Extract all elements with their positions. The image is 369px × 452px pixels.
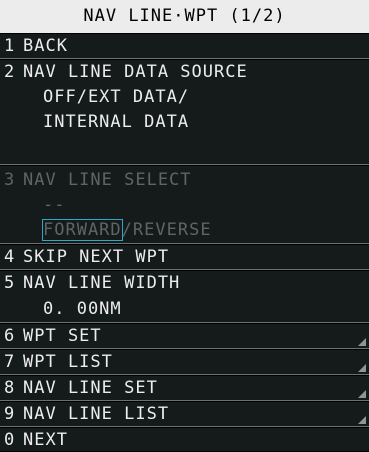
menu-item-number: 9 <box>4 404 16 424</box>
menu-item-wpt-set[interactable]: 6 WPT SET <box>0 324 369 349</box>
menu-item-label: NAV LINE LIST <box>23 404 170 424</box>
option-reverse: REVERSE <box>132 220 212 240</box>
menu-item-wpt-list[interactable]: 7 WPT LIST <box>0 350 369 375</box>
menu-item-label: BACK <box>23 36 68 56</box>
menu-item-skip-next-wpt[interactable]: 4 SKIP NEXT WPT <box>0 245 369 270</box>
submenu-corner-icon <box>358 390 366 398</box>
menu-item-nav-line-select: 3 NAV LINE SELECT -- FORWARD/REVERSE <box>0 166 369 244</box>
menu-item-number: 2 <box>4 62 16 82</box>
menu-item-number: 1 <box>4 36 16 56</box>
menu-item-label: SKIP NEXT WPT <box>23 247 170 267</box>
menu-item-next[interactable]: 0 NEXT <box>0 428 369 451</box>
menu-item-number: 8 <box>4 378 16 398</box>
menu-title: NAV LINE·WPT (1/2) <box>0 0 369 33</box>
menu-item-nav-line-list[interactable]: 9 NAV LINE LIST <box>0 402 369 427</box>
menu-item-label: NEXT <box>23 430 68 450</box>
menu-item-label: WPT SET <box>23 326 102 346</box>
direction-options: FORWARD/REVERSE <box>42 218 212 242</box>
submenu-corner-icon <box>358 364 366 372</box>
submenu-corner-icon <box>358 416 366 424</box>
submenu-corner-icon <box>358 338 366 346</box>
option-separator: / <box>121 220 133 240</box>
menu-item-label: NAV LINE SELECT <box>23 170 192 190</box>
nav-line-select-value: -- <box>43 195 66 215</box>
option-forward: FORWARD <box>42 219 123 241</box>
menu-item-number: 3 <box>4 170 16 190</box>
data-source-options-line1: OFF/EXT DATA/ <box>43 87 190 107</box>
menu-item-number: 7 <box>4 352 16 372</box>
menu-item-label: WPT LIST <box>23 352 113 372</box>
nav-line-wpt-menu: NAV LINE·WPT (1/2) 1 BACK 2 NAV LINE DAT… <box>0 0 369 451</box>
menu-item-nav-line-width[interactable]: 5 NAV LINE WIDTH 0. 00NM <box>0 271 369 323</box>
menu-item-label: NAV LINE SET <box>23 378 158 398</box>
menu-item-number: 4 <box>4 247 16 267</box>
menu-item-nav-line-data-source[interactable]: 2 NAV LINE DATA SOURCE OFF/EXT DATA/ INT… <box>0 60 369 165</box>
menu-item-back[interactable]: 1 BACK <box>0 34 369 59</box>
menu-item-nav-line-set[interactable]: 8 NAV LINE SET <box>0 376 369 401</box>
menu-item-label: NAV LINE WIDTH <box>23 273 181 293</box>
menu-item-number: 5 <box>4 273 16 293</box>
nav-line-width-value: 0. 00NM <box>43 299 122 319</box>
menu-item-label: NAV LINE DATA SOURCE <box>23 62 248 82</box>
data-source-options-line2: INTERNAL DATA <box>43 112 190 132</box>
menu-item-number: 6 <box>4 326 16 346</box>
menu-item-number: 0 <box>4 430 16 450</box>
